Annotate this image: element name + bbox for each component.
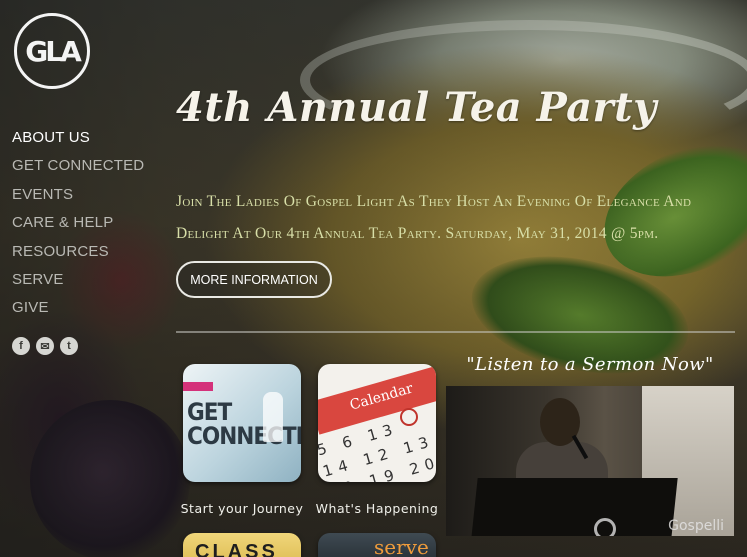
nav-item-give[interactable]: GIVE xyxy=(12,294,144,322)
tile-caption-whats-happening[interactable]: What's Happening xyxy=(312,501,442,516)
nav-item-care-help[interactable]: CARE & HELP xyxy=(12,209,144,237)
hero-title: 4th Annual Tea Party xyxy=(176,84,657,131)
sermon-heading: "Listen to a Sermon Now" xyxy=(466,354,714,375)
tile-caption-start-journey[interactable]: Start your Journey xyxy=(177,501,307,516)
calendar-tile[interactable]: Calendar 5 6 13 14 12 13 20 19 20 27 xyxy=(318,364,436,482)
person-figure-icon xyxy=(263,392,283,442)
site-logo[interactable]: GLA xyxy=(14,13,90,89)
nav-item-events[interactable]: EVENTS xyxy=(12,181,144,209)
class-tile-text: CLASS xyxy=(195,541,278,557)
social-links: f ✉ t xyxy=(12,337,78,355)
serve-tile-text: serve xyxy=(374,535,429,557)
class-tile[interactable]: CLASS xyxy=(183,533,301,557)
twitter-icon[interactable]: t xyxy=(60,337,78,355)
video-watermark: Gospelli xyxy=(668,518,724,534)
hero-description: Join The Ladies Of Gospel Light As They … xyxy=(176,193,692,242)
serve-tile[interactable]: serve xyxy=(318,533,436,557)
nav-item-get-connected[interactable]: GET CONNECTED xyxy=(12,152,144,180)
nav-item-serve[interactable]: SERVE xyxy=(12,266,144,294)
email-icon[interactable]: ✉ xyxy=(36,337,54,355)
podium xyxy=(470,478,678,536)
more-information-button[interactable]: More Information xyxy=(176,261,332,298)
get-connected-tile[interactable]: GET CONNECTED xyxy=(183,364,301,482)
nav-item-about-us[interactable]: ABOUT US xyxy=(12,124,144,152)
calendar-circle-mark xyxy=(400,408,418,426)
sermon-video[interactable]: Gospelli xyxy=(446,386,734,536)
logo-text: GLA xyxy=(25,34,81,68)
facebook-icon[interactable]: f xyxy=(12,337,30,355)
watermark-logo-icon xyxy=(594,518,616,536)
main-nav: ABOUT US GET CONNECTED EVENTS CARE & HEL… xyxy=(12,124,144,323)
nav-item-resources[interactable]: RESOURCES xyxy=(12,238,144,266)
pink-accent-bar xyxy=(183,382,213,391)
section-divider xyxy=(176,331,735,333)
get-connected-tile-text: GET CONNECTED xyxy=(187,398,301,450)
